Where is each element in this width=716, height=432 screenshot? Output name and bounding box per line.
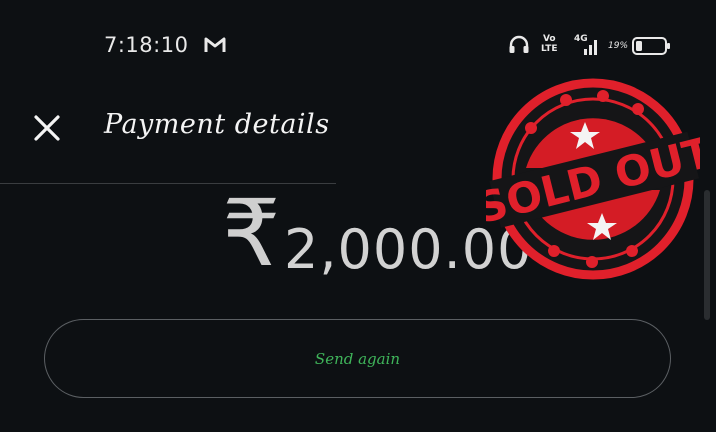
- battery-icon: [632, 37, 670, 55]
- volte-badge: Vo LTE: [541, 34, 558, 54]
- status-time: 7:18:10: [104, 33, 189, 57]
- sold-out-stamp: SOLD OUT: [486, 78, 700, 280]
- send-again-button[interactable]: Send again: [44, 319, 671, 398]
- currency-symbol: ₹: [222, 180, 281, 287]
- page-title: Payment details: [104, 109, 330, 140]
- headset-icon: [509, 35, 529, 53]
- send-again-label: Send again: [314, 349, 401, 368]
- close-icon[interactable]: [33, 114, 61, 142]
- network-type: 4G: [574, 34, 588, 44]
- gmail-icon: [204, 37, 226, 52]
- battery-percent: 19%: [608, 41, 629, 51]
- status-icons: Vo LTE 4G 19%: [508, 32, 678, 58]
- scrollbar[interactable]: [704, 190, 710, 320]
- header-divider: [0, 183, 336, 184]
